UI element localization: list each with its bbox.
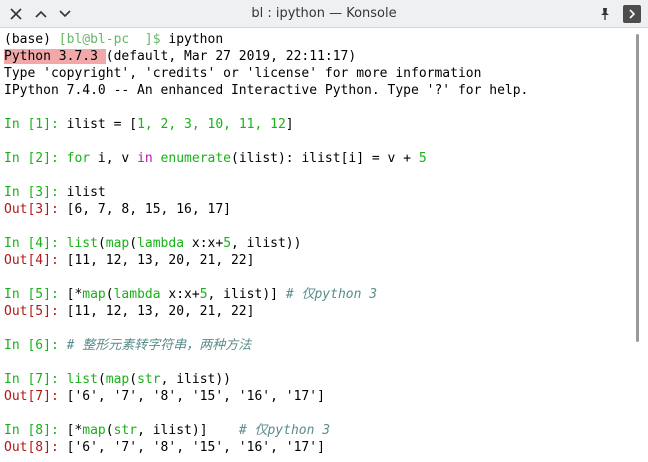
prompt-userhost: [bl@bl-pc ]$: [58, 32, 161, 47]
input-line-2: In [2]: for i, v in enumerate(ilist): il…: [4, 150, 427, 167]
code-number: 5: [223, 236, 232, 251]
pin-icon[interactable]: [595, 4, 615, 24]
keyword-lambda: lambda: [113, 287, 161, 302]
output-value: ['6', '7', '8', '15', '16', '17']: [58, 440, 325, 455]
menu-icon[interactable]: [623, 5, 641, 23]
terminal-output[interactable]: (base) [bl@bl-pc ]$ ipython Python 3.7.3…: [0, 28, 634, 462]
output-value: [6, 7, 8, 15, 16, 17]: [58, 202, 231, 217]
in-prompt: In [4]:: [4, 236, 59, 251]
in-prompt: In [8]:: [4, 423, 59, 438]
in-prompt: In [1]:: [4, 117, 59, 132]
konsole-window: bl : ipython — Konsole (base) [bl@bl-pc …: [0, 0, 648, 462]
code: ilist: [58, 185, 106, 200]
builtin-map: map: [105, 236, 130, 251]
code: (: [129, 236, 138, 251]
builtin-list: list: [58, 372, 98, 387]
python-version-line: Python 3.7.3 (default, Mar 27 2019, 22:1…: [4, 48, 356, 65]
code: , ilist)]: [207, 287, 286, 302]
code: , ilist)): [160, 372, 232, 387]
builtin-map: map: [82, 423, 106, 438]
prompt-command: ipython: [160, 32, 224, 47]
code: x:x+: [184, 236, 224, 251]
code-number: 5: [418, 151, 427, 166]
ipython-banner-line: IPython 7.4.0 -- An enhanced Interactive…: [4, 83, 529, 98]
builtin-str: str: [113, 423, 138, 438]
shell-prompt-line: (base) [bl@bl-pc ]$ ipython: [4, 31, 223, 48]
input-line-3: In [3]: ilist: [4, 184, 106, 201]
keyword-lambda: lambda: [137, 236, 185, 251]
output-line-5: Out[5]: [11, 12, 13, 20, 21, 22]: [4, 303, 254, 320]
output-line-4: Out[4]: [11, 12, 13, 20, 21, 22]: [4, 252, 254, 269]
code: [*: [58, 423, 83, 438]
code: x:x+: [160, 287, 200, 302]
code: ]: [285, 117, 294, 132]
code: , ilist)): [231, 236, 302, 251]
builtin-enumerate: enumerate: [152, 151, 232, 166]
code: (: [97, 372, 106, 387]
builtin-list: list: [58, 236, 98, 251]
input-line-1: In [1]: ilist = [1, 2, 3, 10, 11, 12]: [4, 116, 294, 133]
in-prompt: In [2]:: [4, 151, 59, 166]
output-value: [11, 12, 13, 20, 21, 22]: [58, 253, 255, 268]
code: (: [105, 423, 114, 438]
out-prompt: Out[5]:: [4, 304, 59, 319]
code: ilist = [: [58, 117, 138, 132]
python-version: Python 3.7.3: [4, 49, 106, 64]
code: i, v: [90, 151, 138, 166]
window-title: bl : ipython — Konsole: [251, 6, 397, 21]
titlebar: bl : ipython — Konsole: [0, 0, 648, 28]
input-line-5: In [5]: [*map(lambda x:x+5, ilist)] # 仅p…: [4, 286, 377, 303]
input-line-6: In [6]: # 整形元素转字符串，两种方法: [4, 337, 251, 354]
builtin-map: map: [82, 287, 106, 302]
in-prompt: In [6]:: [4, 338, 59, 353]
scrollbar-thumb[interactable]: [636, 34, 639, 342]
code: (: [97, 236, 106, 251]
code-comment: # 整形元素转字符串，两种方法: [58, 338, 252, 353]
in-prompt: In [5]:: [4, 287, 59, 302]
input-line-7: In [7]: list(map(str, ilist)): [4, 371, 231, 388]
code: , ilist)]: [137, 423, 239, 438]
output-line-8: Out[8]: ['6', '7', '8', '15', '16', '17'…: [4, 439, 325, 456]
in-prompt: In [3]:: [4, 185, 59, 200]
code-number: 5: [199, 287, 208, 302]
builtin-map: map: [105, 372, 130, 387]
code-comment: # 仅python 3: [285, 287, 378, 302]
code: (ilist): ilist[i] = v +: [231, 151, 419, 166]
output-value: ['6', '7', '8', '15', '16', '17']: [58, 389, 325, 404]
output-value: [11, 12, 13, 20, 21, 22]: [58, 304, 255, 319]
in-prompt: In [7]:: [4, 372, 59, 387]
code-comment: # 仅python 3: [238, 423, 331, 438]
prompt-env: (base): [4, 32, 51, 47]
builtin-str: str: [137, 372, 161, 387]
out-prompt: Out[3]:: [4, 202, 59, 217]
keyword-in: in: [137, 151, 153, 166]
output-line-7: Out[7]: ['6', '7', '8', '15', '16', '17'…: [4, 388, 325, 405]
code: (: [105, 287, 114, 302]
code: [*: [58, 287, 83, 302]
out-prompt: Out[4]:: [4, 253, 59, 268]
input-line-4: In [4]: list(map(lambda x:x+5, ilist)): [4, 235, 301, 252]
keyword-for: for: [58, 151, 91, 166]
python-build: (default, Mar 27 2019, 22:11:17): [105, 49, 357, 64]
out-prompt: Out[8]:: [4, 440, 59, 455]
info-line: Type 'copyright', 'credits' or 'license'…: [4, 66, 482, 81]
output-line-3: Out[3]: [6, 7, 8, 15, 16, 17]: [4, 201, 231, 218]
code-numbers: 1, 2, 3, 10, 11, 12: [137, 117, 286, 132]
out-prompt: Out[7]:: [4, 389, 59, 404]
input-line-8: In [8]: [*map(str, ilist)] # 仅python 3: [4, 422, 330, 439]
code: (: [129, 372, 138, 387]
